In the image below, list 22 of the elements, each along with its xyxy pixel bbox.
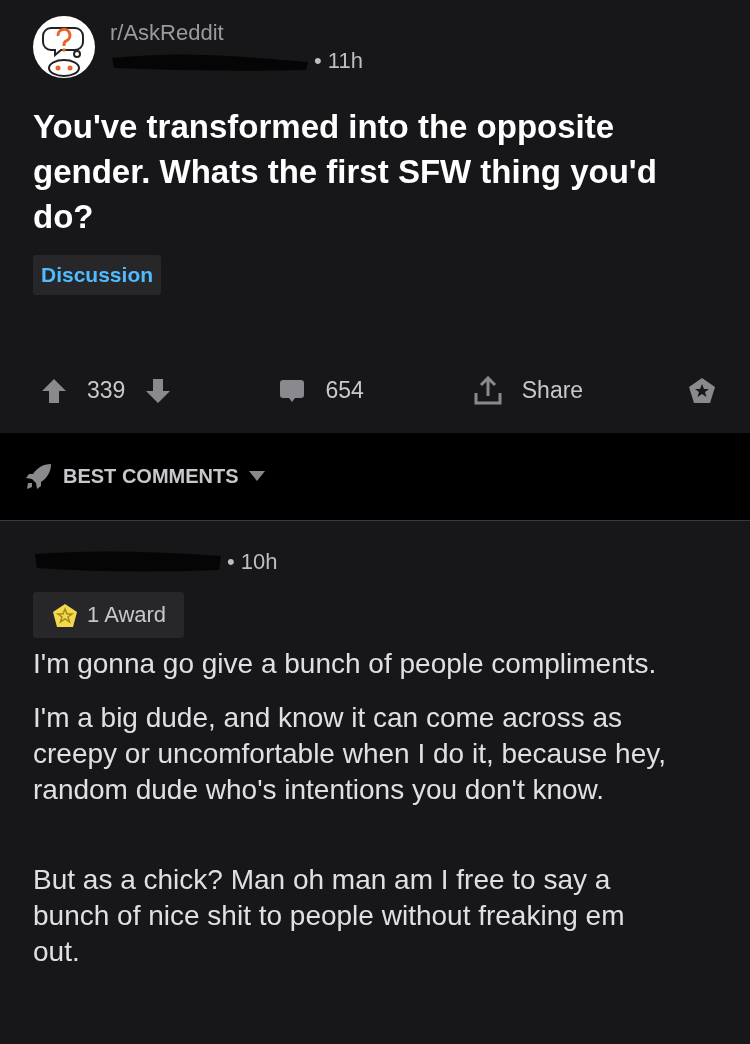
- comment-icon[interactable]: [279, 377, 306, 404]
- post-flair[interactable]: Discussion: [33, 255, 162, 295]
- award-label: 1 Award: [87, 601, 167, 629]
- caret-icon: [248, 471, 265, 481]
- sort-dropdown[interactable]: BEST COMMENTS: [63, 461, 265, 491]
- comment-count: 654: [325, 376, 364, 406]
- subreddit-name[interactable]: r/AskReddit: [110, 22, 363, 44]
- vote-score: 339: [87, 376, 126, 406]
- share-button[interactable]: Share: [473, 373, 584, 408]
- downvote-icon[interactable]: [145, 377, 172, 404]
- comment-paragraph: But as a chick? Man oh man am I free to say a bunch of nice shit to people without freaking em out.: [33, 862, 626, 969]
- rocket-icon: [25, 462, 53, 490]
- award-icon[interactable]: [687, 375, 717, 406]
- comment-paragraph: I'm gonna go give a bunch of people compliments.: [33, 646, 658, 681]
- subreddit-avatar-icon[interactable]: [33, 16, 95, 78]
- post-time: • 11h: [314, 50, 363, 72]
- comment-time: • 10h: [227, 547, 278, 576]
- upvote-icon[interactable]: [41, 377, 67, 404]
- post-title: You've transformed into the opposite gender. Whats the first SFW thing you'd do?: [33, 107, 658, 237]
- award-chip[interactable]: 1 Award: [33, 591, 185, 638]
- share-icon: [473, 375, 502, 406]
- comment-paragraph: I'm a big dude, and know it can come across as creepy or uncomfortable when I do it, because hey, random dude who's intentions you don't know.: [33, 700, 667, 807]
